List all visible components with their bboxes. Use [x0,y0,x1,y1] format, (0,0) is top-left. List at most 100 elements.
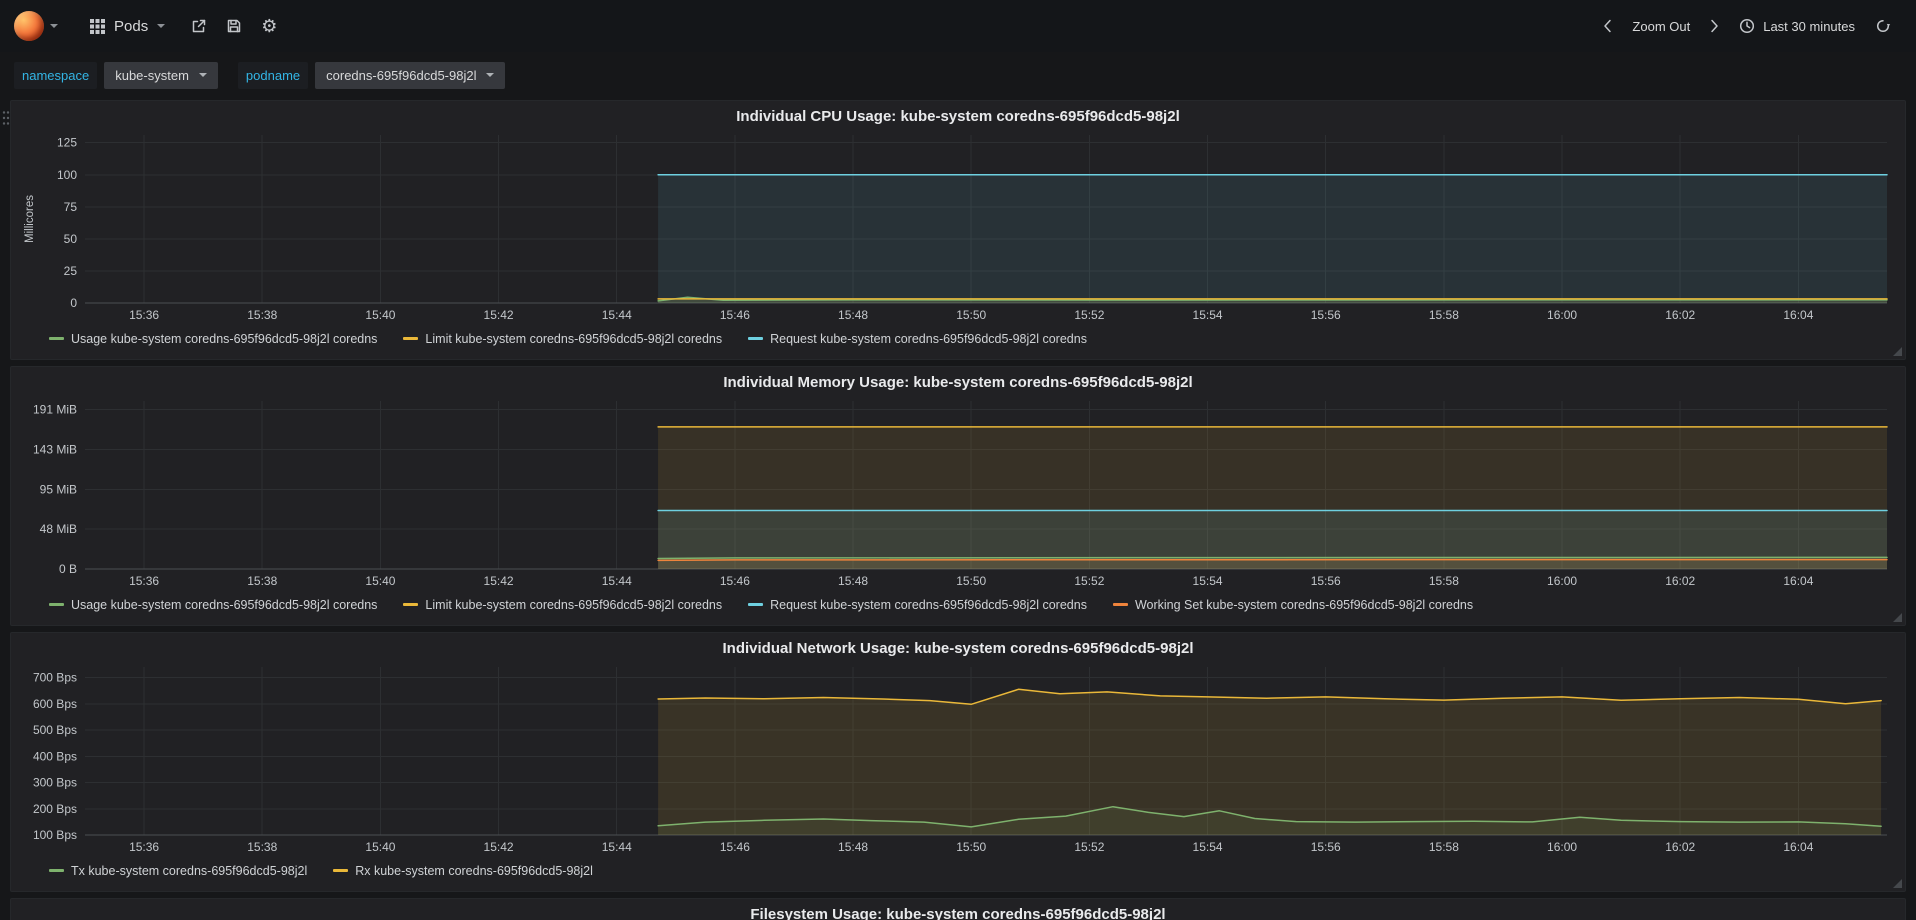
legend-item[interactable]: Tx kube-system coredns-695f96dcd5-98j2l [49,864,307,878]
svg-text:15:38: 15:38 [247,574,277,588]
dashboard-title-dropdown[interactable]: Pods [76,18,179,35]
svg-text:15:42: 15:42 [484,308,514,322]
svg-text:15:40: 15:40 [365,840,395,854]
svg-text:15:50: 15:50 [956,840,986,854]
svg-text:15:52: 15:52 [1074,840,1104,854]
svg-text:16:04: 16:04 [1783,574,1813,588]
shift-time-back-button[interactable] [1594,12,1621,40]
zoom-out-button[interactable]: Zoom Out [1623,12,1699,41]
svg-text:16:00: 16:00 [1547,308,1577,322]
legend-item[interactable]: Rx kube-system coredns-695f96dcd5-98j2l [333,864,593,878]
svg-text:15:48: 15:48 [838,840,868,854]
legend-label: Tx kube-system coredns-695f96dcd5-98j2l [71,863,308,878]
legend-label: Limit kube-system coredns-695f96dcd5-98j… [425,597,723,612]
grafana-logo-icon [14,11,44,41]
svg-text:15:54: 15:54 [1193,308,1223,322]
svg-text:0 B: 0 B [59,562,77,576]
svg-text:75: 75 [64,200,78,214]
settings-button[interactable]: ⚙ [261,17,277,35]
row-drag-handle[interactable] [2,110,10,129]
svg-text:15:44: 15:44 [602,840,632,854]
drag-dots-icon [2,111,10,125]
cpu-chart[interactable]: 0 25 50 75 100 125 15:36 15:38 15:40 15:42 15:44 15… [21,129,1897,325]
chevron-right-icon [1711,19,1718,33]
caret-down-icon [157,24,166,28]
variable-namespace-select[interactable]: kube-system [104,61,218,89]
caret-down-icon [198,73,207,77]
svg-text:0: 0 [70,296,77,310]
svg-text:16:00: 16:00 [1547,574,1577,588]
svg-text:15:44: 15:44 [602,308,632,322]
legend-item[interactable]: Request kube-system coredns-695f96dcd5-9… [748,332,1087,346]
svg-text:15:52: 15:52 [1074,574,1104,588]
svg-text:15:36: 15:36 [129,574,159,588]
navbar-right: Zoom Out Last 30 minutes [1594,11,1900,41]
panel-resize-handle[interactable] [1893,347,1902,356]
svg-text:300 Bps: 300 Bps [33,776,77,790]
memory-legend: Usage kube-system coredns-695f96dcd5-98j… [21,591,1895,615]
network-legend: Tx kube-system coredns-695f96dcd5-98j2l R… [21,857,1895,881]
refresh-button[interactable] [1866,11,1900,41]
svg-text:15:38: 15:38 [247,840,277,854]
svg-text:Millicores: Millicores [24,195,36,243]
legend-swatch [1112,603,1128,606]
legend-label: Rx kube-system coredns-695f96dcd5-98j2l [355,863,593,878]
legend-item[interactable]: Usage kube-system coredns-695f96dcd5-98j… [49,332,377,346]
legend-label: Working Set kube-system coredns-695f96dc… [1134,597,1474,612]
share-icon [192,19,206,33]
variable-podname-value: coredns-695f96dcd5-98j2l [326,67,477,83]
panel-resize-handle[interactable] [1893,879,1902,888]
navbar: Pods ⚙ Zoom Out Last 30 minutes [0,0,1916,52]
svg-text:15:36: 15:36 [129,308,159,322]
variable-namespace-value: kube-system [115,67,189,83]
dashboard: Individual CPU Usage: kube-system coredn… [0,98,1916,920]
legend-swatch [49,603,64,606]
svg-text:15:58: 15:58 [1429,308,1459,322]
chevron-left-icon [1604,19,1612,33]
refresh-icon [1876,19,1891,33]
svg-text:400 Bps: 400 Bps [33,749,77,763]
svg-text:16:04: 16:04 [1783,840,1813,854]
dashboard-title: Pods [114,17,149,35]
shift-time-forward-button[interactable] [1701,12,1728,40]
legend-label: Request kube-system coredns-695f96dcd5-9… [770,331,1087,346]
save-button[interactable] [226,18,242,34]
svg-text:600 Bps: 600 Bps [33,697,77,711]
panel-filesystem: Filesystem Usage: kube-system coredns-69… [10,898,1906,920]
svg-text:15:46: 15:46 [720,308,750,322]
variable-podname-select[interactable]: coredns-695f96dcd5-98j2l [315,61,506,89]
svg-text:15:58: 15:58 [1429,840,1459,854]
svg-text:25: 25 [64,264,78,278]
navbar-actions: ⚙ [191,17,277,35]
legend-swatch [403,337,419,340]
svg-text:15:50: 15:50 [956,574,986,588]
dashboard-grid-icon [90,18,105,34]
panel-resize-handle[interactable] [1893,613,1902,622]
legend-item[interactable]: Request kube-system coredns-695f96dcd5-9… [748,598,1087,612]
clock-icon [1740,18,1755,34]
legend-item[interactable]: Limit kube-system coredns-695f96dcd5-98j… [403,598,722,612]
network-chart[interactable]: 100 Bps 200 Bps 300 Bps 400 Bps 500 Bps 600 B… [21,661,1897,857]
legend-item[interactable]: Working Set kube-system coredns-695f96dc… [1112,597,1474,612]
panel-title-filesystem[interactable]: Filesystem Usage: kube-system coredns-69… [21,903,1895,920]
panel-title-network[interactable]: Individual Network Usage: kube-system co… [21,637,1895,661]
grafana-menu-button[interactable] [8,11,68,41]
svg-text:125: 125 [57,136,77,150]
svg-text:191 MiB: 191 MiB [33,402,77,416]
svg-text:48 MiB: 48 MiB [40,522,77,536]
legend-item[interactable]: Limit kube-system coredns-695f96dcd5-98j… [403,332,722,346]
time-range-label: Last 30 minutes [1763,18,1855,34]
svg-text:16:02: 16:02 [1665,840,1695,854]
panel-cpu: Individual CPU Usage: kube-system coredn… [10,100,1906,360]
legend-item[interactable]: Usage kube-system coredns-695f96dcd5-98j… [49,598,377,612]
svg-text:500 Bps: 500 Bps [33,723,77,737]
share-button[interactable] [191,18,207,34]
svg-text:16:04: 16:04 [1783,308,1813,322]
legend-label: Usage kube-system coredns-695f96dcd5-98j… [71,597,378,612]
legend-swatch [333,869,349,872]
variable-podname-label: podname [237,61,309,89]
time-range-picker[interactable]: Last 30 minutes [1730,11,1864,41]
memory-chart[interactable]: 0 B 48 MiB 95 MiB 143 MiB 191 MiB 15:36 15:38 1… [21,395,1897,591]
panel-title-memory[interactable]: Individual Memory Usage: kube-system cor… [21,371,1895,395]
panel-title-cpu[interactable]: Individual CPU Usage: kube-system coredn… [21,105,1895,129]
